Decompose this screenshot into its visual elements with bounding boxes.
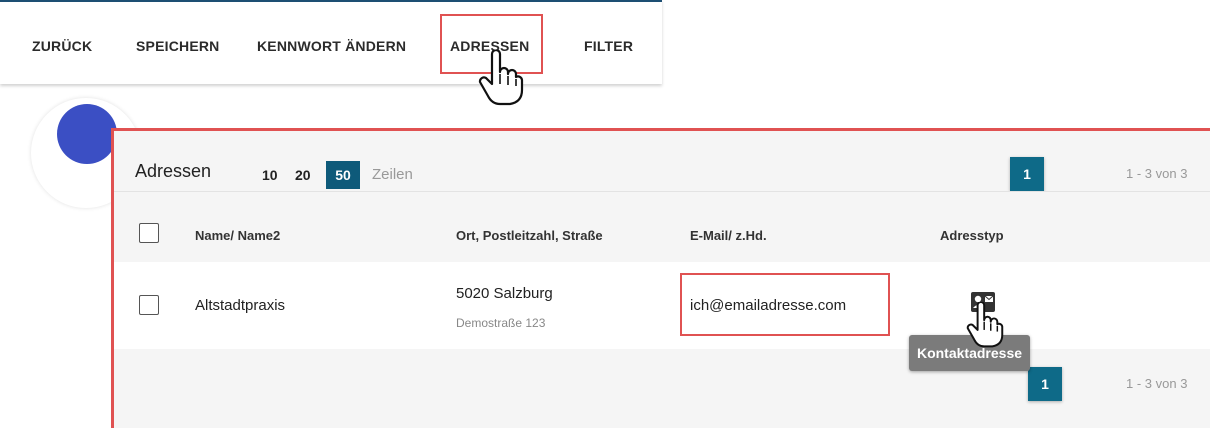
save-button[interactable]: SPEICHERN [136,38,219,54]
row-street: Demostraße 123 [456,316,546,330]
hand-pointer-icon [478,48,524,111]
row-checkbox[interactable] [139,295,159,315]
change-password-button[interactable]: KENNWORT ÄNDERN [257,38,406,54]
email-highlight [680,273,890,336]
table-footer: 1 1 - 3 von 3 [114,349,1210,428]
table-row[interactable]: Altstadtpraxis 5020 Salzburg Demostraße … [114,262,1210,350]
column-header-name[interactable]: Name/ Name2 [195,228,280,243]
toolbar: ZURÜCK SPEICHERN KENNWORT ÄNDERN ADRESSE… [0,0,662,84]
filter-button[interactable]: FILTER [584,38,633,54]
page-size-20[interactable]: 20 [295,167,311,183]
page-size-50[interactable]: 50 [326,161,360,189]
panel-title: Adressen [135,161,212,181]
panel-header: Adressen 10 20 50 Zeilen 1 1 - 3 von 3 [114,131,1210,191]
column-header-address-type[interactable]: Adresstyp [940,228,1004,243]
back-button[interactable]: ZURÜCK [32,38,92,54]
page-1-button[interactable]: 1 [1010,157,1044,191]
table-header: Name/ Name2 Ort, Postleitzahl, Straße E-… [114,191,1210,263]
row-city: 5020 Salzburg [456,285,553,302]
select-all-checkbox[interactable] [139,223,159,243]
footer-range-text: 1 - 3 von 3 [1126,376,1188,391]
hand-pointer-icon [966,301,1004,353]
footer-page-1-button[interactable]: 1 [1028,367,1062,401]
column-header-email[interactable]: E-Mail/ z.Hd. [690,228,767,243]
addresses-panel: Adressen 10 20 50 Zeilen 1 1 - 3 von 3 N… [111,128,1210,428]
page-size-10[interactable]: 10 [262,167,278,183]
row-name: Altstadtpraxis [195,297,286,314]
page-range-text: 1 - 3 von 3 [1126,166,1188,181]
column-header-location[interactable]: Ort, Postleitzahl, Straße [456,228,603,243]
rows-label: Zeilen [372,166,413,183]
